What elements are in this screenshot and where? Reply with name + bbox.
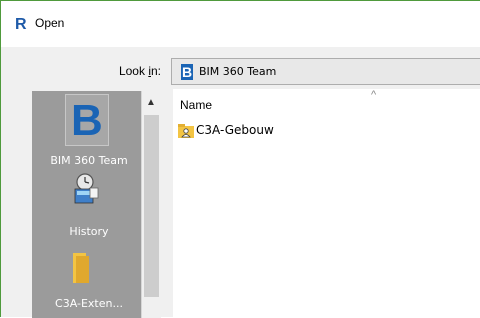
scroll-up-arrow-icon[interactable]: ▲ [146, 97, 156, 108]
places-bar: B BIM 360 Team History C3A-Exten... [32, 91, 146, 318]
folder-icon [73, 253, 89, 283]
bim360-icon: B [71, 97, 103, 139]
scrollbar-thumb[interactable] [144, 115, 159, 297]
place-label: C3A-Exten... [55, 297, 123, 310]
bim360-icon: B [181, 64, 193, 80]
svg-text:B: B [182, 64, 192, 80]
revit-app-icon: R [14, 15, 29, 32]
look-in-dropdown[interactable]: B BIM 360 Team [171, 58, 480, 85]
title-bar[interactable]: R Open [1, 1, 480, 47]
sort-ascending-icon: ^ [371, 89, 377, 101]
shared-folder-icon [178, 124, 194, 138]
open-dialog: R Open Look in: B BIM 360 Team B BIM 360… [0, 0, 480, 318]
svg-text:B: B [71, 97, 103, 139]
look-in-label: Look in: [118, 64, 161, 78]
window-title: Open [35, 16, 65, 30]
svg-text:R: R [15, 16, 27, 32]
column-header-name[interactable]: Name [180, 98, 212, 112]
place-label: BIM 360 Team [50, 154, 128, 167]
look-in-value: BIM 360 Team [199, 65, 277, 78]
history-icon [74, 173, 99, 204]
place-history[interactable]: History [32, 173, 146, 243]
file-list: ^ Name C3A-Gebouw [173, 89, 480, 318]
file-name: C3A-Gebouw [196, 123, 274, 137]
place-label: History [69, 225, 109, 238]
places-scrollbar[interactable]: ▲ [141, 91, 161, 318]
place-c3a-exten[interactable]: C3A-Exten... [32, 243, 146, 318]
place-bim360-team[interactable]: B BIM 360 Team [32, 91, 146, 173]
